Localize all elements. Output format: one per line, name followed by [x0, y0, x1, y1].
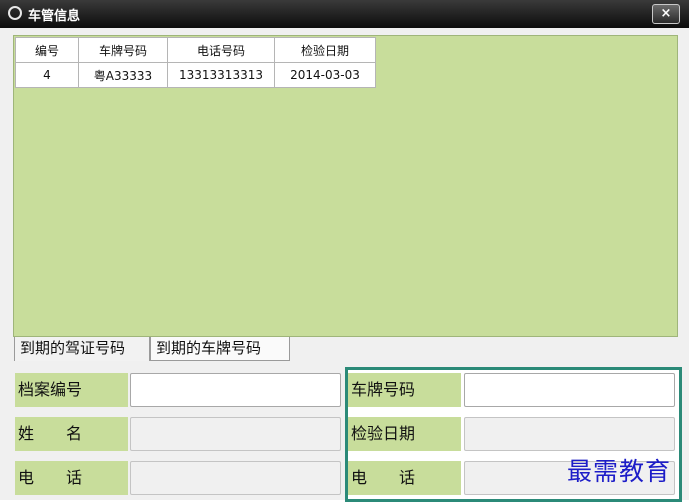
phone-label: 电 话 [15, 461, 128, 495]
column-header-inspect-date[interactable]: 检验日期 [274, 37, 376, 63]
column-header-id[interactable]: 编号 [15, 37, 79, 63]
cell-inspect-date[interactable]: 2014-03-03 [274, 62, 376, 88]
car-info-window: 车管信息 × 编号 车牌号码 电话号码 检验日期 4 粤A33333 13313… [0, 0, 689, 502]
cell-id[interactable]: 4 [15, 62, 79, 88]
phone-input[interactable] [130, 461, 341, 495]
tab-expiring-license[interactable]: 到期的驾证号码 [14, 337, 150, 361]
cell-plate[interactable]: 粤A33333 [78, 62, 168, 88]
inspect-date-label: 检验日期 [348, 417, 461, 451]
table-header-row: 编号 车牌号码 电话号码 检验日期 [15, 37, 376, 63]
tab-expiring-plate[interactable]: 到期的车牌号码 [150, 337, 290, 361]
plate-label: 车牌号码 [348, 373, 461, 407]
cell-phone[interactable]: 13313313313 [167, 62, 275, 88]
column-header-phone[interactable]: 电话号码 [167, 37, 275, 63]
close-icon: × [660, 6, 672, 21]
right-phone-label: 电 话 [348, 461, 461, 495]
table-row[interactable]: 4 粤A33333 13313313313 2014-03-03 [15, 62, 376, 88]
title-bar[interactable]: 车管信息 × [0, 0, 689, 28]
vehicle-table: 编号 车牌号码 电话号码 检验日期 4 粤A33333 13313313313 … [15, 37, 376, 88]
close-button[interactable]: × [652, 4, 680, 24]
inspect-date-input[interactable] [464, 417, 675, 451]
watermark-text: 最需教育 [567, 457, 672, 486]
plate-input[interactable] [464, 373, 675, 407]
name-label: 姓 名 [15, 417, 128, 451]
column-header-plate[interactable]: 车牌号码 [78, 37, 168, 63]
data-grid[interactable]: 编号 车牌号码 电话号码 检验日期 4 粤A33333 13313313313 … [13, 35, 678, 337]
window-title: 车管信息 [28, 9, 81, 24]
name-input[interactable] [130, 417, 341, 451]
app-circle-icon [8, 6, 22, 20]
archive-no-label: 档案编号 [15, 373, 128, 407]
archive-no-input[interactable] [130, 373, 341, 407]
